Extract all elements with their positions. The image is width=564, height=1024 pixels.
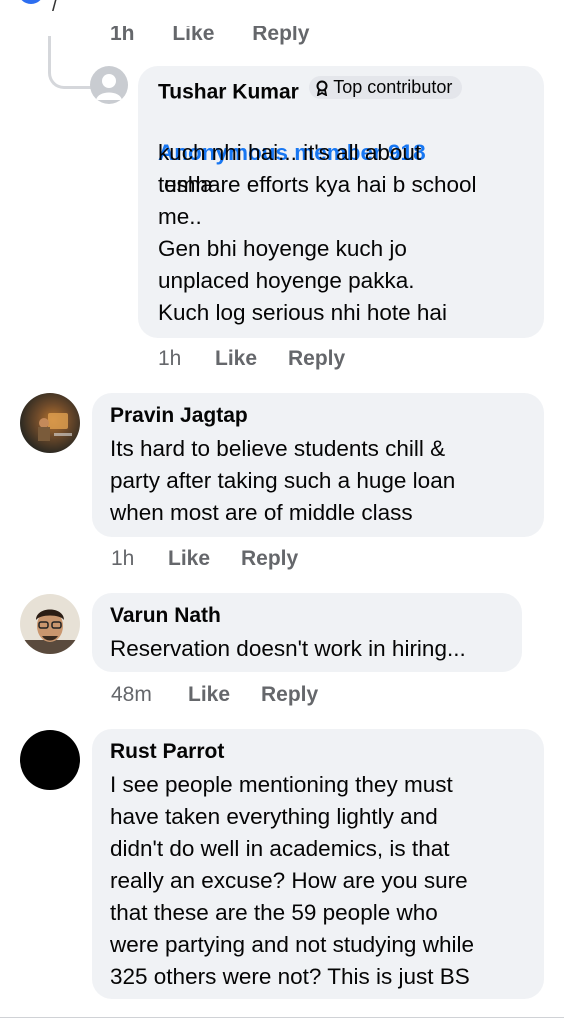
comment-author-name[interactable]: Tushar Kumar [158, 81, 299, 104]
comment-text: Its hard to believe students chill & par… [110, 436, 456, 525]
comment-text: I see people mentioning they must have t… [110, 772, 474, 989]
user-avatar[interactable] [20, 730, 80, 790]
badge-label: Top contributor [333, 77, 453, 97]
comment-text: kuch nhi hai... it's all about tumhare e… [158, 140, 477, 325]
comment-time[interactable]: 48m [111, 683, 188, 707]
comment-text: Reservation doesn't work in hiring... [110, 636, 466, 661]
comment-author-name[interactable]: Pravin Jagtap [110, 404, 248, 428]
crop-mask [100, 0, 400, 26]
comment-bubble: Tushar Kumar Top contributor Anonymous m… [138, 66, 544, 338]
comment-time[interactable]: 1h [158, 347, 215, 371]
like-button[interactable]: Like [168, 547, 241, 571]
reply-button[interactable]: Reply [261, 683, 318, 707]
top-avatar-partial [18, 0, 44, 4]
reply-button[interactable]: Reply [288, 347, 345, 371]
like-button[interactable]: Like [215, 347, 288, 371]
comment-author-name[interactable]: Rust Parrot [110, 740, 224, 764]
contributor-badge-icon [316, 80, 328, 96]
comment-bubble: Pravin Jagtap Its hard to believe studen… [92, 393, 544, 537]
bottom-divider [0, 1017, 564, 1018]
user-avatar[interactable] [20, 393, 80, 453]
comment-time[interactable]: 1h [111, 547, 168, 571]
comment-bubble: Rust Parrot I see people mentioning they… [92, 729, 544, 999]
top-contributor-badge[interactable]: Top contributor [309, 76, 463, 99]
user-avatar[interactable] [20, 594, 80, 654]
comment-actions: 48m Like Reply [111, 683, 318, 707]
like-button[interactable]: Like [188, 683, 261, 707]
reply-button[interactable]: Reply [241, 547, 298, 571]
reply-thread-connector [48, 36, 95, 89]
comment-actions: 1h Like Reply [111, 547, 298, 571]
comment-actions: 1h Like Reply [158, 347, 345, 371]
top-slash-glyph: / [52, 0, 58, 16]
default-user-avatar-icon[interactable] [90, 66, 128, 104]
comment-author-name[interactable]: Varun Nath [110, 604, 221, 628]
comment-bubble: Varun Nath Reservation doesn't work in h… [92, 593, 522, 672]
